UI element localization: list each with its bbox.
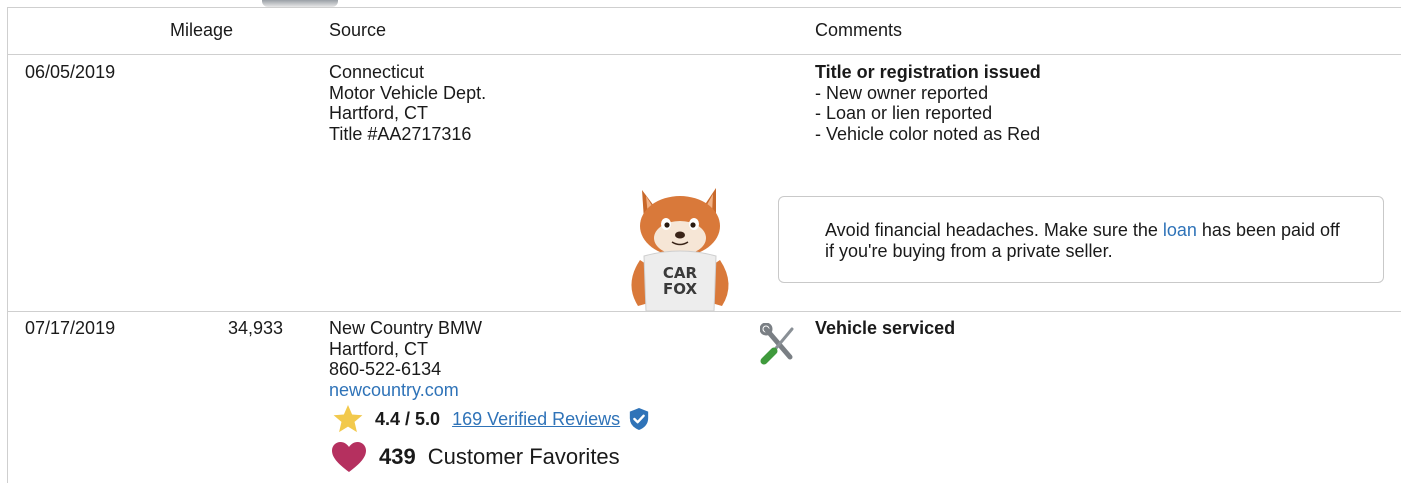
customer-favorites: 439 Customer Favorites bbox=[331, 440, 620, 474]
star-icon bbox=[333, 405, 363, 433]
record-source: Connecticut Motor Vehicle Dept. Hartford… bbox=[329, 62, 486, 144]
record-mileage: 34,933 bbox=[228, 318, 284, 338]
heart-icon bbox=[332, 442, 366, 472]
column-header-mileage: Mileage bbox=[170, 20, 234, 40]
source-line: Title #AA2717316 bbox=[329, 123, 472, 144]
comment-item: - Loan or lien reported bbox=[815, 103, 993, 123]
source-line: Connecticut bbox=[329, 62, 425, 82]
header-divider bbox=[7, 54, 1401, 55]
record-comments: Title or registration issued - New owner… bbox=[815, 62, 1041, 144]
source-line: 860-522-6134 bbox=[329, 359, 442, 379]
verified-badge-icon bbox=[629, 408, 649, 430]
dealer-website-link[interactable]: newcountry.com bbox=[329, 380, 482, 401]
favorites-label: Customer Favorites bbox=[427, 444, 620, 469]
tip-text: Avoid financial headaches. Make sure the… bbox=[825, 220, 1345, 261]
mascot-shirt-text: FOX bbox=[663, 280, 697, 298]
dealer-rating: 4.4 / 5.0 169 Verified Reviews bbox=[331, 402, 650, 436]
wrench-screwdriver-icon bbox=[760, 323, 794, 365]
comment-title: Title or registration issued bbox=[815, 62, 1041, 82]
record-date: 07/17/2019 bbox=[25, 318, 116, 338]
rating-value: 4.4 / 5.0 bbox=[375, 408, 441, 429]
source-line: Motor Vehicle Dept. bbox=[329, 82, 487, 103]
source-line: Hartford, CT bbox=[329, 338, 429, 359]
favorites-count: 439 bbox=[379, 444, 416, 469]
record-source: New Country BMW Hartford, CT 860-522-613… bbox=[329, 318, 482, 400]
source-line: New Country BMW bbox=[329, 318, 483, 338]
comment-title: Vehicle serviced bbox=[815, 318, 956, 338]
carfox-mascot-icon: CAR FOX bbox=[631, 188, 729, 311]
verified-reviews-link[interactable]: 169 Verified Reviews bbox=[452, 409, 620, 430]
row-divider bbox=[7, 311, 1401, 312]
tip-text-before: Avoid financial headaches. Make sure the bbox=[825, 220, 1163, 240]
column-header-source: Source bbox=[329, 20, 387, 40]
comment-item: - New owner reported bbox=[815, 82, 989, 103]
record-date: 06/05/2019 bbox=[25, 62, 116, 82]
top-photo-fragment bbox=[262, 0, 338, 7]
tip-callout: Avoid financial headaches. Make sure the… bbox=[778, 196, 1384, 283]
column-header-comments: Comments bbox=[815, 20, 903, 40]
loan-link[interactable]: loan bbox=[1163, 220, 1197, 240]
comment-item: - Vehicle color noted as Red bbox=[815, 123, 1041, 144]
source-line: Hartford, CT bbox=[329, 103, 429, 123]
record-comments: Vehicle serviced bbox=[815, 318, 955, 339]
